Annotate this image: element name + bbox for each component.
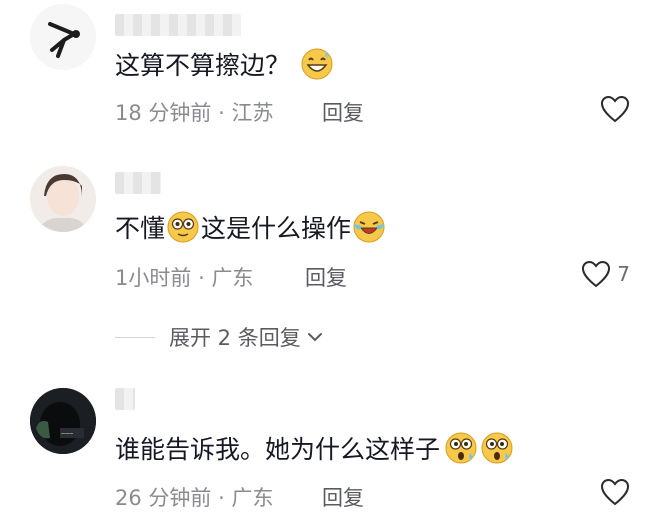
like-button[interactable]: 7 bbox=[581, 260, 630, 288]
comment-text: 谁能告诉我。她为什么这样子 bbox=[115, 430, 515, 466]
like-count: 7 bbox=[617, 262, 630, 286]
heart-icon bbox=[582, 260, 611, 288]
comment-text-part: 谁能告诉我。她为什么这样子 bbox=[115, 435, 441, 464]
reply-button[interactable]: 回复 bbox=[322, 97, 364, 127]
comment-time: 18 分钟前 bbox=[115, 101, 212, 125]
crying-laugh-emoji-icon bbox=[353, 211, 385, 243]
separator: · bbox=[198, 266, 205, 290]
expand-replies-label: 展开 2 条回复 bbox=[169, 326, 301, 350]
separator: · bbox=[218, 101, 225, 125]
comment-item: ~~~ 谁能告诉我。她为什么这样子 26 分钟前 · 广东 回复 bbox=[0, 380, 660, 518]
comment-text: 不懂 这是什么操作 bbox=[115, 209, 387, 245]
divider bbox=[115, 336, 155, 338]
comment-text: 这算不算擦边？ bbox=[115, 46, 335, 82]
comment-meta: 18 分钟前 · 江苏 bbox=[115, 97, 273, 127]
comment-meta: 26 分钟前 · 广东 bbox=[115, 482, 273, 512]
avatar[interactable] bbox=[30, 4, 96, 70]
comment-location: 广东 bbox=[211, 266, 254, 290]
like-button[interactable] bbox=[600, 95, 630, 123]
comment-time: 26 分钟前 bbox=[115, 486, 212, 510]
comment-meta: 1小时前 · 广东 bbox=[115, 262, 253, 292]
comment-location: 广东 bbox=[231, 486, 274, 510]
separator: · bbox=[218, 486, 225, 510]
comment-time: 1小时前 bbox=[115, 266, 192, 290]
chevron-down-icon bbox=[307, 333, 322, 342]
sweat-smile-emoji-icon bbox=[301, 48, 333, 80]
comment-item: 这算不算擦边？ 18 分钟前 · 江苏 回复 bbox=[0, 0, 660, 140]
avatar[interactable]: ~~~ bbox=[30, 388, 96, 454]
shocked-emoji-icon bbox=[445, 432, 477, 464]
dazed-emoji-icon bbox=[167, 211, 199, 243]
svg-text:~~~: ~~~ bbox=[61, 431, 73, 438]
comment-item: 不懂 这是什么操作 1小时前 · 广东 回复 7 bbox=[0, 160, 660, 300]
comment-location: 江苏 bbox=[231, 101, 274, 125]
username[interactable] bbox=[115, 14, 241, 36]
avatar[interactable] bbox=[30, 166, 96, 232]
expand-replies-button[interactable]: 展开 2 条回复 bbox=[115, 322, 326, 352]
comment-text-part: 这算不算擦边？ bbox=[115, 51, 291, 80]
reply-button[interactable]: 回复 bbox=[305, 262, 347, 292]
heart-icon bbox=[600, 95, 630, 123]
shocked-emoji-icon bbox=[481, 432, 513, 464]
comment-text-part: 不懂 bbox=[115, 214, 166, 243]
comment-text-part: 这是什么操作 bbox=[201, 214, 352, 243]
username[interactable] bbox=[115, 388, 135, 410]
username[interactable] bbox=[115, 172, 161, 194]
like-button[interactable] bbox=[600, 478, 630, 506]
heart-icon bbox=[600, 478, 630, 506]
reply-button[interactable]: 回复 bbox=[322, 482, 364, 512]
